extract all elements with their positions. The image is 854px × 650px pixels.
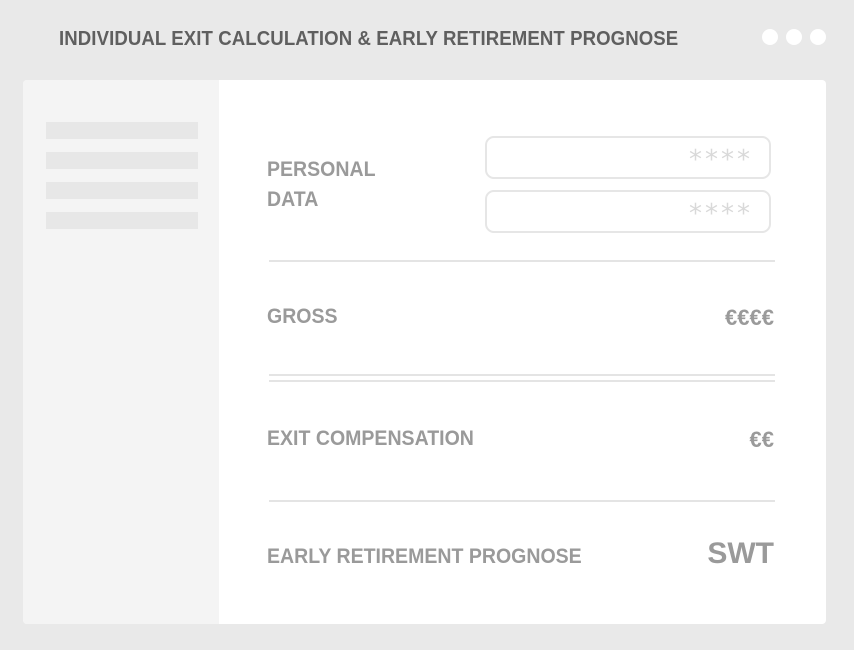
exit-compensation-value: €€ — [749, 427, 774, 452]
sidebar-item-placeholder[interactable] — [46, 152, 198, 169]
window-controls — [762, 29, 826, 45]
window-dot-2[interactable] — [786, 29, 802, 45]
personal-data-label-line2: DATA — [267, 188, 319, 211]
sidebar-item-placeholder[interactable] — [46, 182, 198, 199]
sidebar-item-placeholder[interactable] — [46, 122, 198, 139]
personal-data-field-2[interactable]: **** — [485, 190, 771, 233]
section-divider — [269, 380, 775, 382]
sidebar-item-placeholder[interactable] — [46, 212, 198, 229]
window-dot-3[interactable] — [810, 29, 826, 45]
section-divider — [269, 500, 775, 502]
personal-data-label-line1: PERSONAL — [267, 158, 376, 181]
title-bar: INDIVIDUAL EXIT CALCULATION & EARLY RETI… — [0, 0, 854, 80]
early-retirement-label: EARLY RETIREMENT PROGNOSE — [267, 545, 582, 568]
personal-data-label: PERSONAL DATA — [267, 155, 376, 215]
gross-label: GROSS — [267, 305, 338, 328]
early-retirement-value: SWT — [707, 537, 774, 570]
main-area: PERSONAL DATA **** **** GROSS €€€€ EXIT … — [219, 80, 826, 624]
personal-data-field-1[interactable]: **** — [485, 136, 771, 179]
section-divider — [269, 260, 775, 262]
exit-compensation-label: EXIT COMPENSATION — [267, 427, 474, 450]
sidebar — [23, 80, 219, 624]
content-panel: PERSONAL DATA **** **** GROSS €€€€ EXIT … — [23, 80, 826, 624]
gross-value: €€€€ — [725, 305, 774, 330]
section-divider — [269, 374, 775, 376]
app-window: INDIVIDUAL EXIT CALCULATION & EARLY RETI… — [0, 0, 854, 650]
window-dot-1[interactable] — [762, 29, 778, 45]
window-title: INDIVIDUAL EXIT CALCULATION & EARLY RETI… — [59, 28, 679, 50]
